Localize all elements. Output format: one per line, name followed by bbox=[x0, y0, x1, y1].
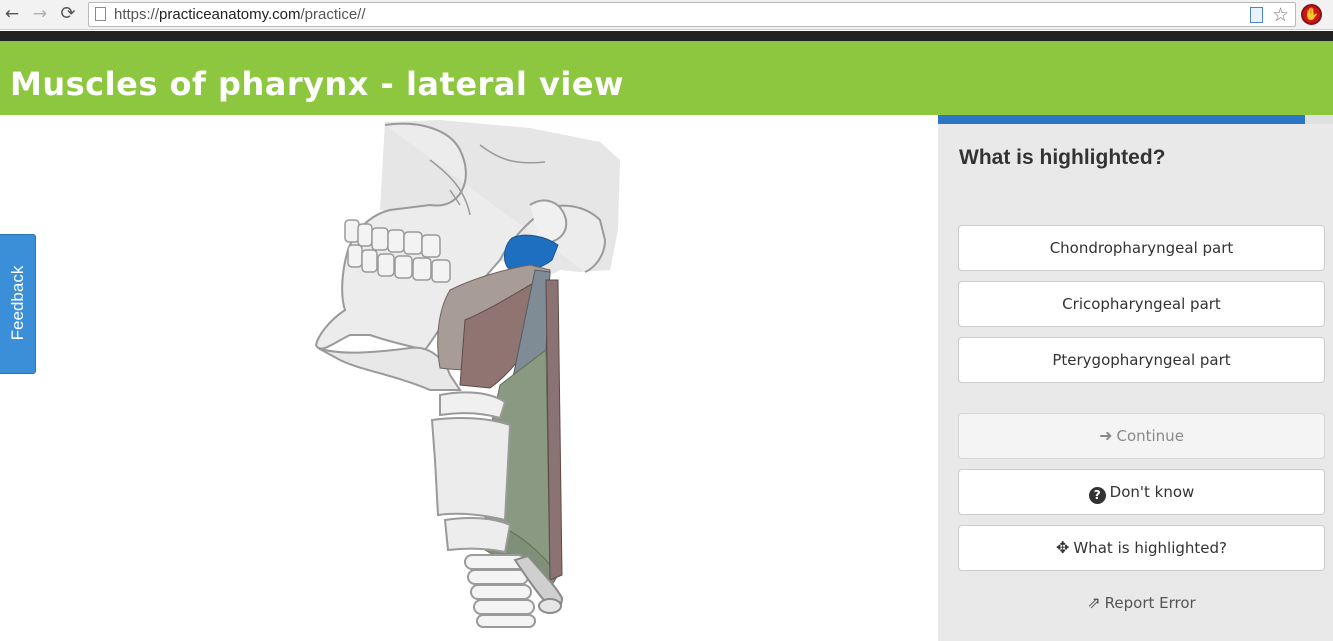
progress-bar bbox=[938, 115, 1333, 124]
dont-know-button[interactable]: ? Don't know bbox=[958, 469, 1325, 515]
progress-fill bbox=[938, 115, 1306, 124]
cricoid-cartilage bbox=[443, 516, 512, 554]
answer-option-3[interactable]: Pterygopharyngeal part bbox=[958, 337, 1325, 383]
answer-option-1[interactable]: Chondropharyngeal part bbox=[958, 225, 1325, 271]
address-bar[interactable]: https://practiceanatomy.com/practice// ☆ bbox=[88, 2, 1296, 27]
answer-option-2[interactable]: Cricopharyngeal part bbox=[958, 281, 1325, 327]
browser-toolbar: ← → ⟳ https://practiceanatomy.com/practi… bbox=[0, 0, 1333, 30]
feedback-tab[interactable]: Feedback bbox=[0, 234, 36, 374]
url-text[interactable]: https://practiceanatomy.com/practice// bbox=[114, 6, 366, 23]
url-host: practiceanatomy.com bbox=[159, 6, 301, 23]
feedback-label: Feedback bbox=[8, 265, 27, 341]
document-icon[interactable] bbox=[1250, 7, 1263, 23]
continue-button[interactable]: ➜ Continue bbox=[958, 413, 1325, 459]
hyoid-bone bbox=[439, 391, 507, 420]
dont-know-label: Don't know bbox=[1109, 483, 1195, 501]
page-header: Muscles of pharynx - lateral view bbox=[0, 41, 1333, 115]
page-title: Muscles of pharynx - lateral view bbox=[10, 65, 625, 103]
thyroid-cartilage bbox=[430, 416, 512, 522]
url-scheme: https:// bbox=[114, 6, 160, 23]
extension-stop-icon[interactable]: ✋ bbox=[1301, 4, 1322, 25]
what-is-highlighted-button[interactable]: ✥ What is highlighted? bbox=[958, 525, 1325, 571]
pharynx-illustration bbox=[314, 120, 620, 628]
url-path: /practice// bbox=[300, 6, 366, 23]
question-circle-icon: ? bbox=[1088, 487, 1106, 504]
move-arrows-icon: ✥ bbox=[1056, 538, 1070, 557]
what-is-highlighted-label: What is highlighted? bbox=[1073, 539, 1227, 557]
continue-label: Continue bbox=[1116, 427, 1184, 445]
question-text: What is highlighted? bbox=[959, 146, 1166, 169]
back-icon[interactable]: ← bbox=[2, 4, 22, 24]
page-icon bbox=[95, 7, 106, 21]
report-error-link[interactable]: ⇗ Report Error bbox=[958, 593, 1325, 612]
top-dark-strip bbox=[0, 31, 1333, 41]
report-error-label: Report Error bbox=[1104, 594, 1196, 612]
external-link-icon: ⇗ bbox=[1087, 593, 1101, 612]
bookmark-star-icon[interactable]: ☆ bbox=[1272, 3, 1289, 27]
quiz-panel: What is highlighted? Chondropharyngeal p… bbox=[938, 115, 1333, 641]
arrow-right-icon: ➜ bbox=[1099, 426, 1113, 445]
esophagus-opening bbox=[538, 598, 562, 614]
anatomy-image-area bbox=[0, 115, 938, 641]
reload-icon[interactable]: ⟳ bbox=[58, 4, 78, 24]
forward-icon[interactable]: → bbox=[30, 4, 50, 24]
